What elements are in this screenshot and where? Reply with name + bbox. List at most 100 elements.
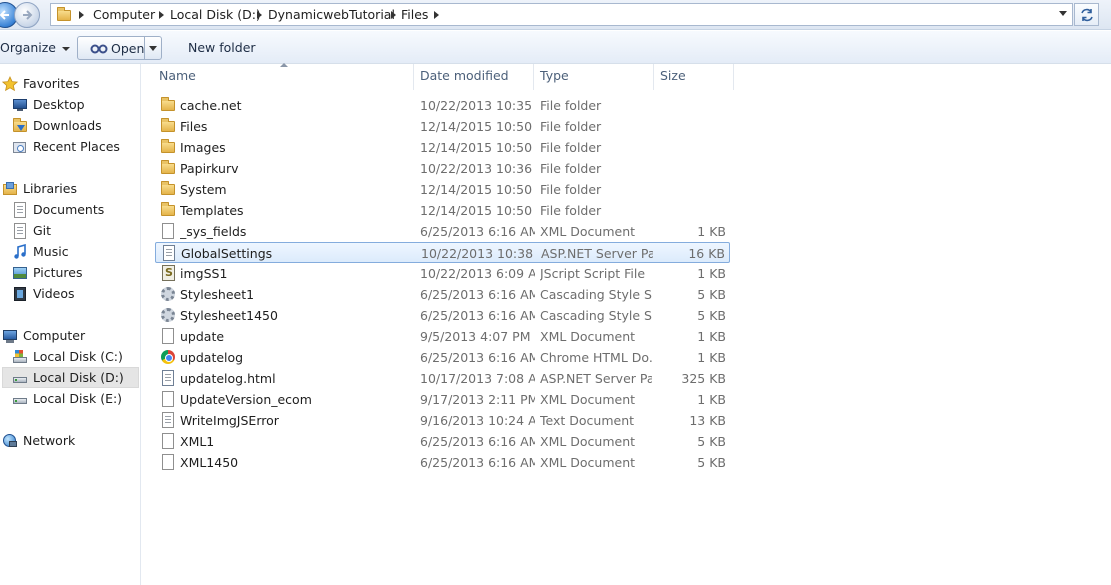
file-size: 16 KB — [688, 246, 725, 261]
nav-item-git[interactable]: Git — [12, 220, 51, 241]
film-strip-icon — [12, 286, 28, 302]
open-button[interactable]: Open — [77, 36, 162, 60]
file-name: Images — [180, 140, 226, 155]
file-type: XML Document — [540, 455, 636, 470]
system-drive-icon — [12, 349, 28, 365]
file-row[interactable]: System 12/14/2015 10:50 ... File folder — [155, 179, 730, 200]
file-row[interactable]: GlobalSettings 10/22/2013 10:38 ... ASP.NE… — [155, 242, 730, 263]
file-name: Papirkurv — [180, 161, 239, 176]
stylesheet-icon — [160, 307, 176, 323]
file-type: XML Document — [540, 329, 636, 344]
nav-favorites[interactable]: Favorites — [1, 73, 80, 94]
file-row[interactable]: XML1450 6/25/2013 6:16 AM XML Document 5 KB — [155, 452, 730, 473]
nav-item-recent-places[interactable]: Recent Places — [12, 136, 120, 157]
nav-item-desktop[interactable]: Desktop — [12, 94, 85, 115]
network-globe-icon — [2, 433, 18, 449]
file-date-modified: 9/17/2013 2:11 PM — [420, 392, 535, 407]
chevron-right-icon[interactable] — [79, 11, 84, 19]
file-name: update — [180, 329, 225, 344]
nav-network[interactable]: Network — [2, 430, 75, 451]
file-row[interactable]: Files 12/14/2015 10:50 ... File folder — [155, 116, 730, 137]
nav-item-downloads[interactable]: Downloads — [12, 115, 102, 136]
nav-computer[interactable]: Computer — [2, 325, 85, 346]
chevron-right-icon[interactable] — [257, 11, 262, 19]
split-divider — [144, 37, 145, 59]
file-name: cache.net — [180, 98, 242, 113]
column-header-date-modified[interactable]: Date modified — [420, 68, 530, 88]
nav-item-local-disk-d[interactable]: Local Disk (D:) — [2, 367, 139, 388]
breadcrumb-item-computer[interactable]: Computer — [93, 7, 155, 22]
file-row[interactable]: update 9/5/2013 4:07 PM XML Document 1 KB — [155, 326, 730, 347]
forward-button[interactable] — [14, 2, 40, 28]
file-row[interactable]: cache.net 10/22/2013 10:35 ... File folder — [155, 95, 730, 116]
nav-item-local-disk-d-label: Local Disk (D:) — [33, 370, 124, 385]
refresh-button[interactable] — [1074, 3, 1099, 26]
file-row[interactable]: _sys_fields 6/25/2013 6:16 AM XML Document… — [155, 221, 730, 242]
file-row[interactable]: Stylesheet1 6/25/2013 6:16 AM Cascading St… — [155, 284, 730, 305]
address-bar: Computer Local Disk (D:) DynamicwebTutor… — [0, 0, 1111, 30]
file-row[interactable]: imgSS1 10/22/2013 6:09 AM JScript Script F… — [155, 263, 730, 284]
breadcrumb[interactable]: Computer Local Disk (D:) DynamicwebTutor… — [50, 3, 1073, 26]
file-row[interactable]: WriteImgJSError 9/16/2013 10:24 AM Text Do… — [155, 410, 730, 431]
file-type: Cascading Style S... — [540, 308, 652, 323]
folder-icon — [160, 160, 176, 176]
file-row[interactable]: Stylesheet1450 6/25/2013 6:16 AM Cascading… — [155, 305, 730, 326]
file-row[interactable]: Papirkurv 10/22/2013 10:36 ... File folder — [155, 158, 730, 179]
file-row[interactable]: Images 12/14/2015 10:50 ... File folder — [155, 137, 730, 158]
file-type: File folder — [540, 119, 602, 134]
file-name: GlobalSettings — [181, 246, 273, 261]
column-divider[interactable] — [533, 64, 534, 90]
chevron-right-icon[interactable] — [434, 11, 439, 19]
column-header-type[interactable]: Type — [540, 68, 650, 88]
chevron-right-icon[interactable] — [391, 11, 396, 19]
nav-libraries[interactable]: Libraries — [2, 178, 77, 199]
stylesheet-icon — [160, 286, 176, 302]
nav-item-downloads-label: Downloads — [33, 118, 102, 133]
nav-item-videos[interactable]: Videos — [12, 283, 75, 304]
file-row[interactable]: UpdateVersion_ecom 9/17/2013 2:11 PM XML D… — [155, 389, 730, 410]
file-row[interactable]: Templates 12/14/2015 10:50 ... File folder — [155, 200, 730, 221]
new-folder-button[interactable]: New folder — [188, 40, 256, 55]
nav-item-local-disk-e[interactable]: Local Disk (E:) — [12, 388, 122, 409]
column-divider[interactable] — [413, 64, 414, 90]
breadcrumb-item-files[interactable]: Files — [401, 7, 428, 22]
nav-item-documents[interactable]: Documents — [12, 199, 104, 220]
column-header-size[interactable]: Size — [660, 68, 730, 88]
nav-favorites-label: Favorites — [23, 76, 80, 91]
file-name: updatelog.html — [180, 371, 276, 386]
column-divider[interactable] — [653, 64, 654, 90]
file-date-modified: 12/14/2015 10:50 ... — [420, 140, 535, 155]
chevron-right-icon[interactable] — [159, 11, 164, 19]
organize-button[interactable]: Organize — [0, 40, 70, 55]
nav-item-local-disk-c[interactable]: Local Disk (C:) — [12, 346, 123, 367]
file-name: XML1 — [180, 434, 215, 449]
file-date-modified: 10/22/2013 10:36 ... — [420, 161, 535, 176]
breadcrumb-item-local-disk-d[interactable]: Local Disk (D:) — [170, 7, 261, 22]
drive-icon — [12, 391, 28, 407]
column-divider[interactable] — [733, 64, 734, 90]
column-header-name[interactable]: Name — [159, 68, 409, 88]
file-name: XML1450 — [180, 455, 239, 470]
file-name: UpdateVersion_ecom — [180, 392, 312, 407]
nav-item-music[interactable]: Music — [12, 241, 69, 262]
open-dropdown-arrow[interactable] — [149, 46, 157, 51]
document-icon — [160, 454, 176, 470]
file-row[interactable]: updatelog.html 10/17/2013 7:08 AM ASP.NET … — [155, 368, 730, 389]
nav-item-local-disk-c-label: Local Disk (C:) — [33, 349, 123, 364]
folder-icon — [56, 7, 72, 23]
file-size: 325 KB — [681, 371, 726, 386]
file-type: XML Document — [540, 224, 636, 239]
libraries-icon — [2, 181, 18, 197]
file-date-modified: 10/22/2013 6:09 AM — [420, 266, 535, 281]
file-date-modified: 6/25/2013 6:16 AM — [420, 434, 535, 449]
file-size: 1 KB — [697, 266, 726, 281]
file-row[interactable]: updatelog 6/25/2013 6:16 AM Chrome HTML Do… — [155, 347, 730, 368]
breadcrumb-item-dynamicwebtutorial[interactable]: DynamicwebTutorial — [268, 7, 395, 22]
address-history-dropdown[interactable] — [1059, 11, 1067, 16]
nav-item-documents-label: Documents — [33, 202, 105, 217]
nav-item-pictures[interactable]: Pictures — [12, 262, 83, 283]
document-icon — [160, 433, 176, 449]
file-row[interactable]: XML1 6/25/2013 6:16 AM XML Document 5 KB — [155, 431, 730, 452]
document-icon — [160, 391, 176, 407]
sort-ascending-icon — [280, 63, 288, 67]
